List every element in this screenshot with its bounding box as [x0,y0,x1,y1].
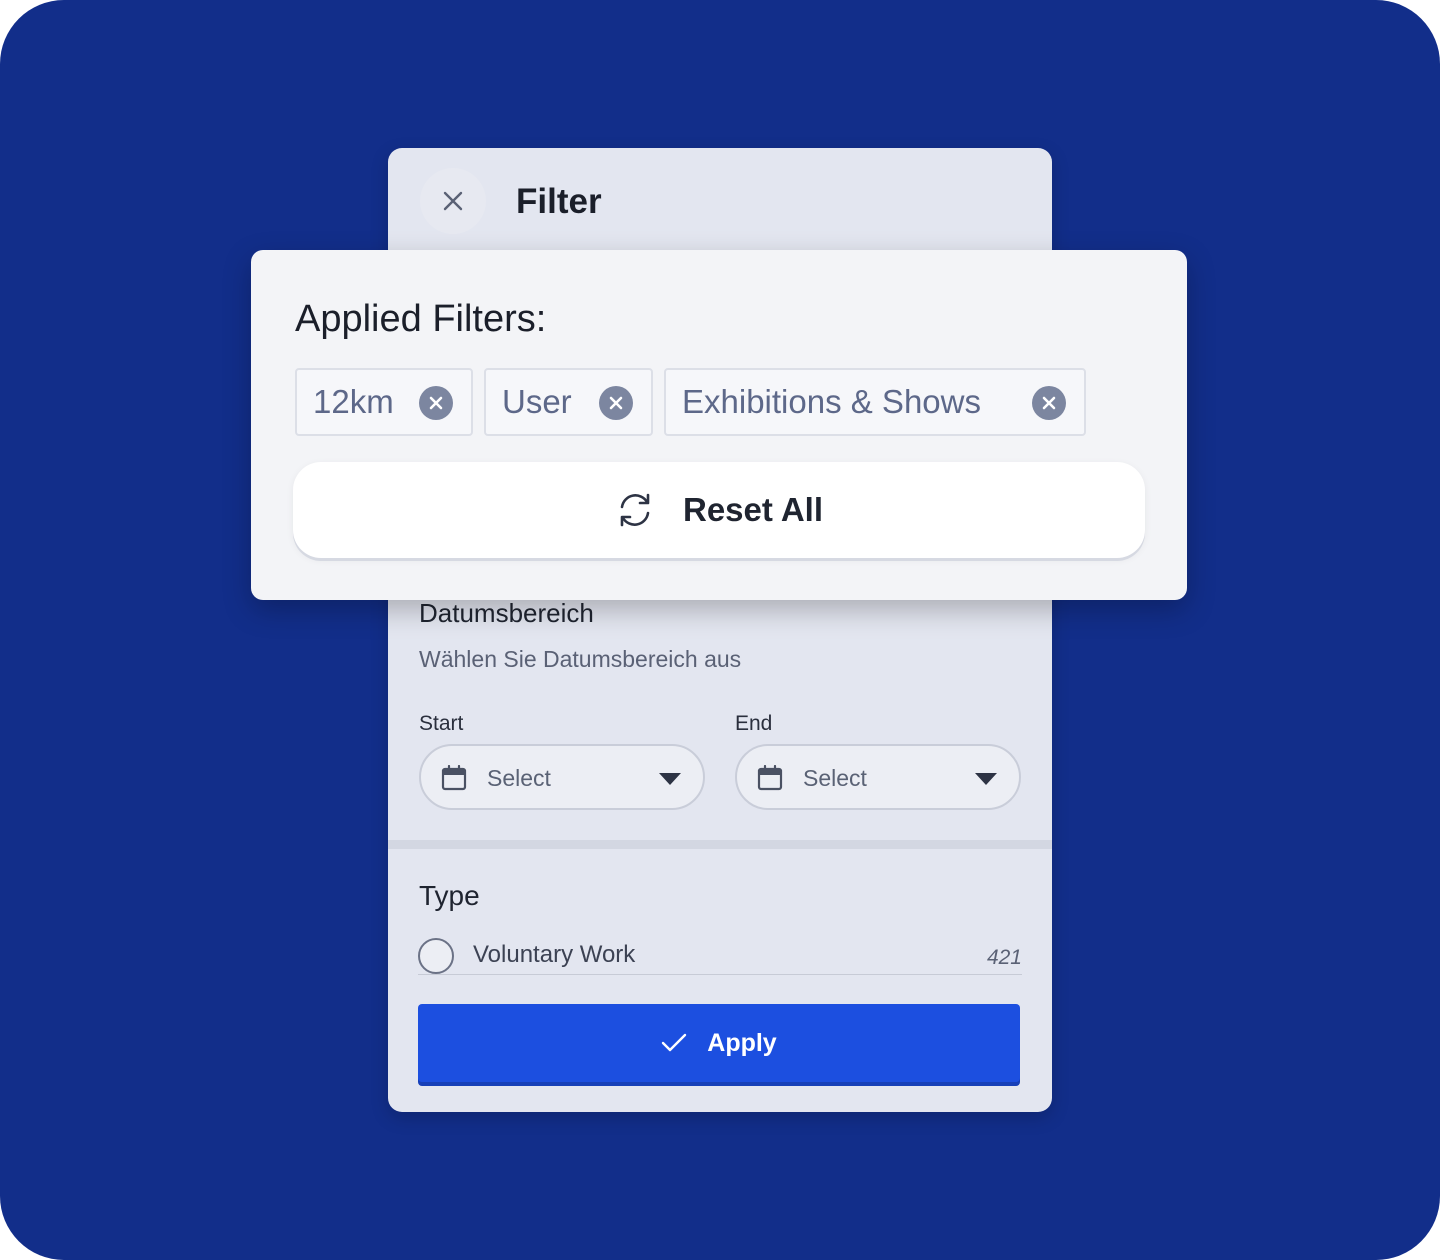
applied-filters-card: Applied Filters: 12km User Exhibitions &… [251,250,1187,600]
panel-title: Filter [516,182,602,221]
option-divider [418,974,1022,975]
chip-remove-icon[interactable] [1032,386,1066,420]
close-button[interactable] [420,168,486,234]
start-date-value: Select [487,765,551,791]
section-divider [388,840,1052,849]
filter-chip-label: 12km [313,383,394,420]
applied-filters-title: Applied Filters: [295,298,547,340]
refresh-icon [620,493,650,527]
type-option-label[interactable]: Voluntary Work [473,941,635,969]
end-date-value: Select [803,765,867,791]
caret-down-icon [975,773,997,785]
chip-remove-icon[interactable] [599,386,633,420]
type-title: Type [419,880,480,911]
type-option-radio[interactable] [418,938,454,974]
chip-remove-icon[interactable] [419,386,453,420]
end-date-select[interactable]: Select [735,744,1021,810]
check-icon [662,1033,687,1052]
filter-chip[interactable]: Exhibitions & Shows [664,368,1086,436]
date-range-title: Datumsbereich [419,598,594,628]
apply-button[interactable]: Apply [418,1004,1020,1082]
date-range-subtitle: Wählen Sie Datumsbereich aus [419,646,742,672]
filter-chip[interactable]: 12km [295,368,473,436]
reset-all-label: Reset All [683,491,823,528]
filter-chip-label: User [502,383,572,420]
type-option-count: 421 [986,946,1022,969]
close-icon [443,191,463,211]
app-background: Filter Datumsbereich Wählen Sie Datumsbe… [0,0,1440,1260]
calendar-icon [441,765,467,791]
caret-down-icon [659,773,681,785]
apply-label: Apply [707,1028,777,1057]
filter-chip-label: Exhibitions & Shows [682,383,981,420]
reset-all-button[interactable]: Reset All [293,462,1145,558]
filter-chip[interactable]: User [484,368,653,436]
start-label: Start [419,712,464,735]
end-label: End [735,712,773,735]
start-date-select[interactable]: Select [419,744,705,810]
calendar-icon [757,765,783,791]
